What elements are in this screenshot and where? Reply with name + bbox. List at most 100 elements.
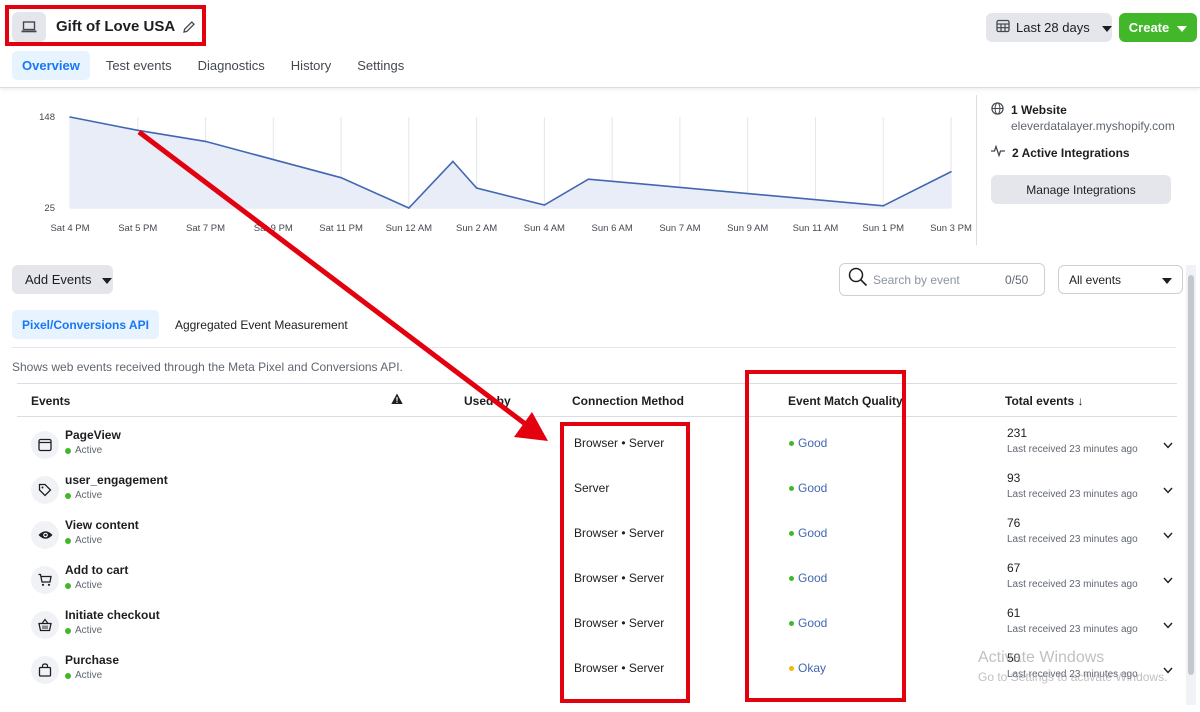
scrollbar[interactable]: [1186, 265, 1196, 705]
caret-down-icon: [101, 272, 112, 287]
warning-icon: [391, 393, 403, 408]
shopping-bag-icon: [31, 656, 59, 684]
caret-down-icon: [1101, 20, 1112, 35]
chart-x-tick-label: Sat 7 PM: [186, 223, 225, 234]
chart-x-tick-label: Sun 2 AM: [456, 223, 497, 234]
chart-x-tick-label: Sun 1 PM: [862, 223, 904, 234]
events-table-header: Events Used by Connection Method Event M…: [17, 383, 1177, 417]
status-dot: [65, 672, 71, 679]
status-label: Active: [75, 535, 103, 546]
event-name[interactable]: Initiate checkout: [65, 608, 160, 622]
chart-point: [882, 204, 885, 207]
website-domain: eleverdatalayer.myshopify.com: [1011, 119, 1175, 133]
caret-down-icon: [1177, 20, 1188, 35]
last-received: Last received 23 minutes ago: [1007, 624, 1138, 635]
status-label: Active: [75, 490, 103, 501]
event-name[interactable]: Purchase: [65, 653, 119, 667]
status-label: Active: [75, 580, 103, 591]
main-tabs: Overview Test events Diagnostics History…: [12, 51, 420, 80]
status-label: Active: [75, 670, 103, 681]
annotation-connection-box: [560, 422, 690, 703]
chart-x-tick-label: Sun 12 AM: [386, 223, 433, 234]
events-filter-select[interactable]: All events: [1058, 265, 1183, 294]
integrations-count: 2 Active Integrations: [1012, 145, 1130, 160]
header-total-events[interactable]: Total events ↓: [1005, 394, 1083, 408]
tab-diagnostics[interactable]: Diagnostics: [188, 51, 275, 80]
event-status: Active: [65, 490, 102, 501]
last-received: Last received 23 minutes ago: [1007, 534, 1138, 545]
tab-overview[interactable]: Overview: [12, 51, 90, 80]
event-status: Active: [65, 535, 102, 546]
chart-x-tick-label: Sun 7 AM: [659, 223, 700, 234]
status-label: Active: [75, 625, 103, 636]
scrollbar-thumb[interactable]: [1188, 275, 1194, 675]
header-used-by[interactable]: Used by: [464, 394, 511, 408]
chart-x-tick-label: Sat 4 PM: [50, 223, 89, 234]
chart-point: [587, 178, 590, 180]
event-search: 0/50: [839, 263, 1045, 296]
chevron-down-icon[interactable]: [1163, 571, 1173, 589]
chart-x-tick-label: Sun 3 PM: [930, 223, 972, 234]
date-range-button[interactable]: Last 28 days: [986, 13, 1112, 42]
chart-x-tick-label: Sun 9 AM: [727, 223, 768, 234]
chart-point: [204, 140, 207, 143]
chart-point: [475, 187, 478, 189]
total-events: 93: [1007, 471, 1021, 485]
total-events: 61: [1007, 606, 1021, 620]
create-button[interactable]: Create: [1119, 13, 1197, 42]
chart-y-tick-label: 148: [39, 112, 55, 123]
status-dot: [65, 627, 71, 634]
last-received: Last received 23 minutes ago: [1007, 489, 1138, 500]
filter-label: All events: [1069, 272, 1122, 287]
header-connection-method[interactable]: Connection Method: [572, 394, 684, 408]
last-received: Last received 23 minutes ago: [1007, 579, 1138, 590]
chart-area: [70, 117, 951, 208]
date-range-label: Last 28 days: [1016, 20, 1090, 35]
chart-point: [950, 170, 952, 173]
total-events: 67: [1007, 561, 1021, 575]
search-char-count: 0/50: [1005, 272, 1029, 287]
globe-icon: [991, 102, 1004, 118]
chart-point: [452, 160, 454, 163]
events-chart: Sat 4 PM Sat 5 PM Sat 7 PM Sat 9 PM Sat 11 P…: [0, 95, 985, 245]
eye-icon: [31, 521, 59, 549]
tab-settings[interactable]: Settings: [347, 51, 414, 80]
tab-aggregated-event-measurement[interactable]: Aggregated Event Measurement: [165, 310, 358, 339]
chart-point: [340, 176, 342, 179]
event-name[interactable]: Add to cart: [65, 563, 128, 577]
manage-integrations-button[interactable]: Manage Integrations: [991, 175, 1171, 204]
header-events: Events: [31, 394, 71, 408]
event-status: Active: [65, 670, 102, 681]
event-status: Active: [65, 580, 102, 591]
event-status: Active: [65, 445, 102, 456]
search-input[interactable]: [873, 272, 1003, 287]
status-dot: [65, 492, 71, 499]
tab-history[interactable]: History: [281, 51, 341, 80]
total-events: 76: [1007, 516, 1021, 530]
chart-x-tick-label: Sat 11 PM: [319, 223, 363, 234]
chevron-down-icon[interactable]: [1163, 436, 1173, 454]
tag-icon: [31, 476, 59, 504]
status-label: Active: [75, 445, 103, 456]
tab-pixel-conversions-api[interactable]: Pixel/Conversions API: [12, 310, 159, 339]
chart-point: [136, 129, 139, 132]
tab-test-events[interactable]: Test events: [96, 51, 182, 80]
basket-icon: [31, 611, 59, 639]
chart-x-tick-label: Sat 9 PM: [254, 223, 293, 234]
watermark-title: Activate Windows: [978, 649, 1105, 666]
source-tabs: Pixel/Conversions API Aggregated Event M…: [12, 310, 364, 339]
event-name[interactable]: user_engagement: [65, 473, 168, 487]
websites-row: 1 Website: [991, 102, 1067, 118]
event-name[interactable]: PageView: [65, 428, 121, 442]
chart-x-tick-label: Sat 5 PM: [118, 223, 157, 234]
chevron-down-icon[interactable]: [1163, 481, 1173, 499]
chevron-down-icon[interactable]: [1163, 616, 1173, 634]
watermark-subtitle: Go to Settings to activate Windows.: [978, 670, 1168, 684]
cart-icon: [31, 566, 59, 594]
chevron-down-icon[interactable]: [1163, 526, 1173, 544]
add-events-button[interactable]: Add Events: [12, 265, 113, 294]
last-received: Last received 23 minutes ago: [1007, 444, 1138, 455]
browser-window-icon: [31, 431, 59, 459]
event-name[interactable]: View content: [65, 518, 139, 532]
chart-y-tick-label: 25: [44, 203, 55, 214]
